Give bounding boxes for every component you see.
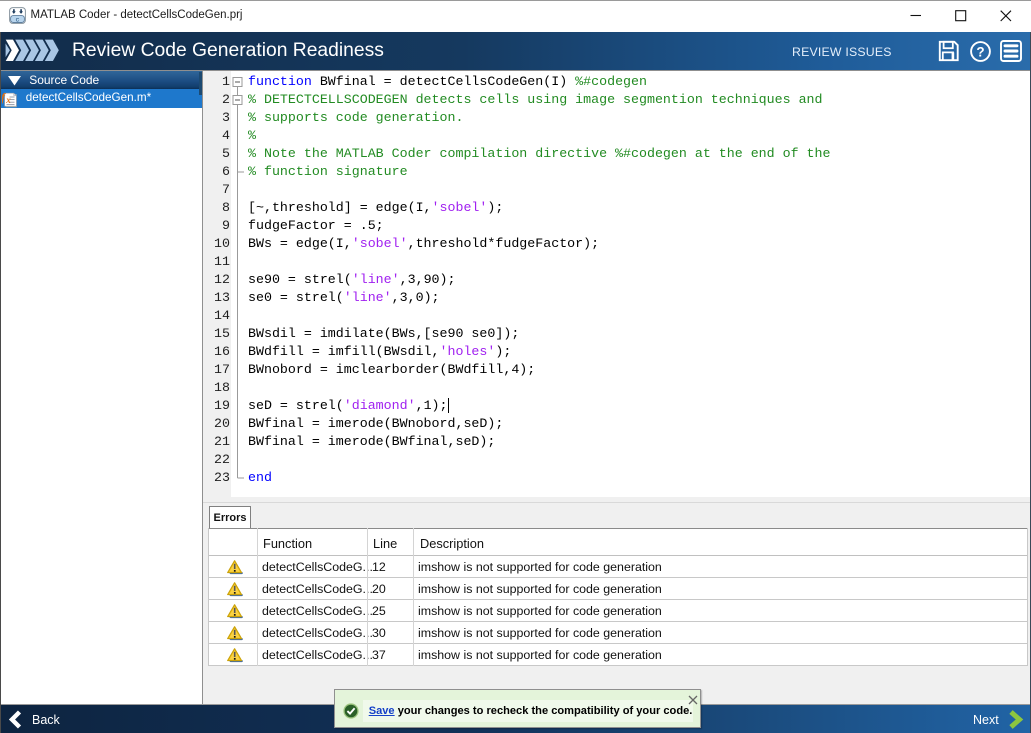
svg-text:?: ?: [976, 45, 984, 60]
svg-text:x: x: [5, 95, 11, 105]
svg-text:c: c: [15, 16, 19, 23]
